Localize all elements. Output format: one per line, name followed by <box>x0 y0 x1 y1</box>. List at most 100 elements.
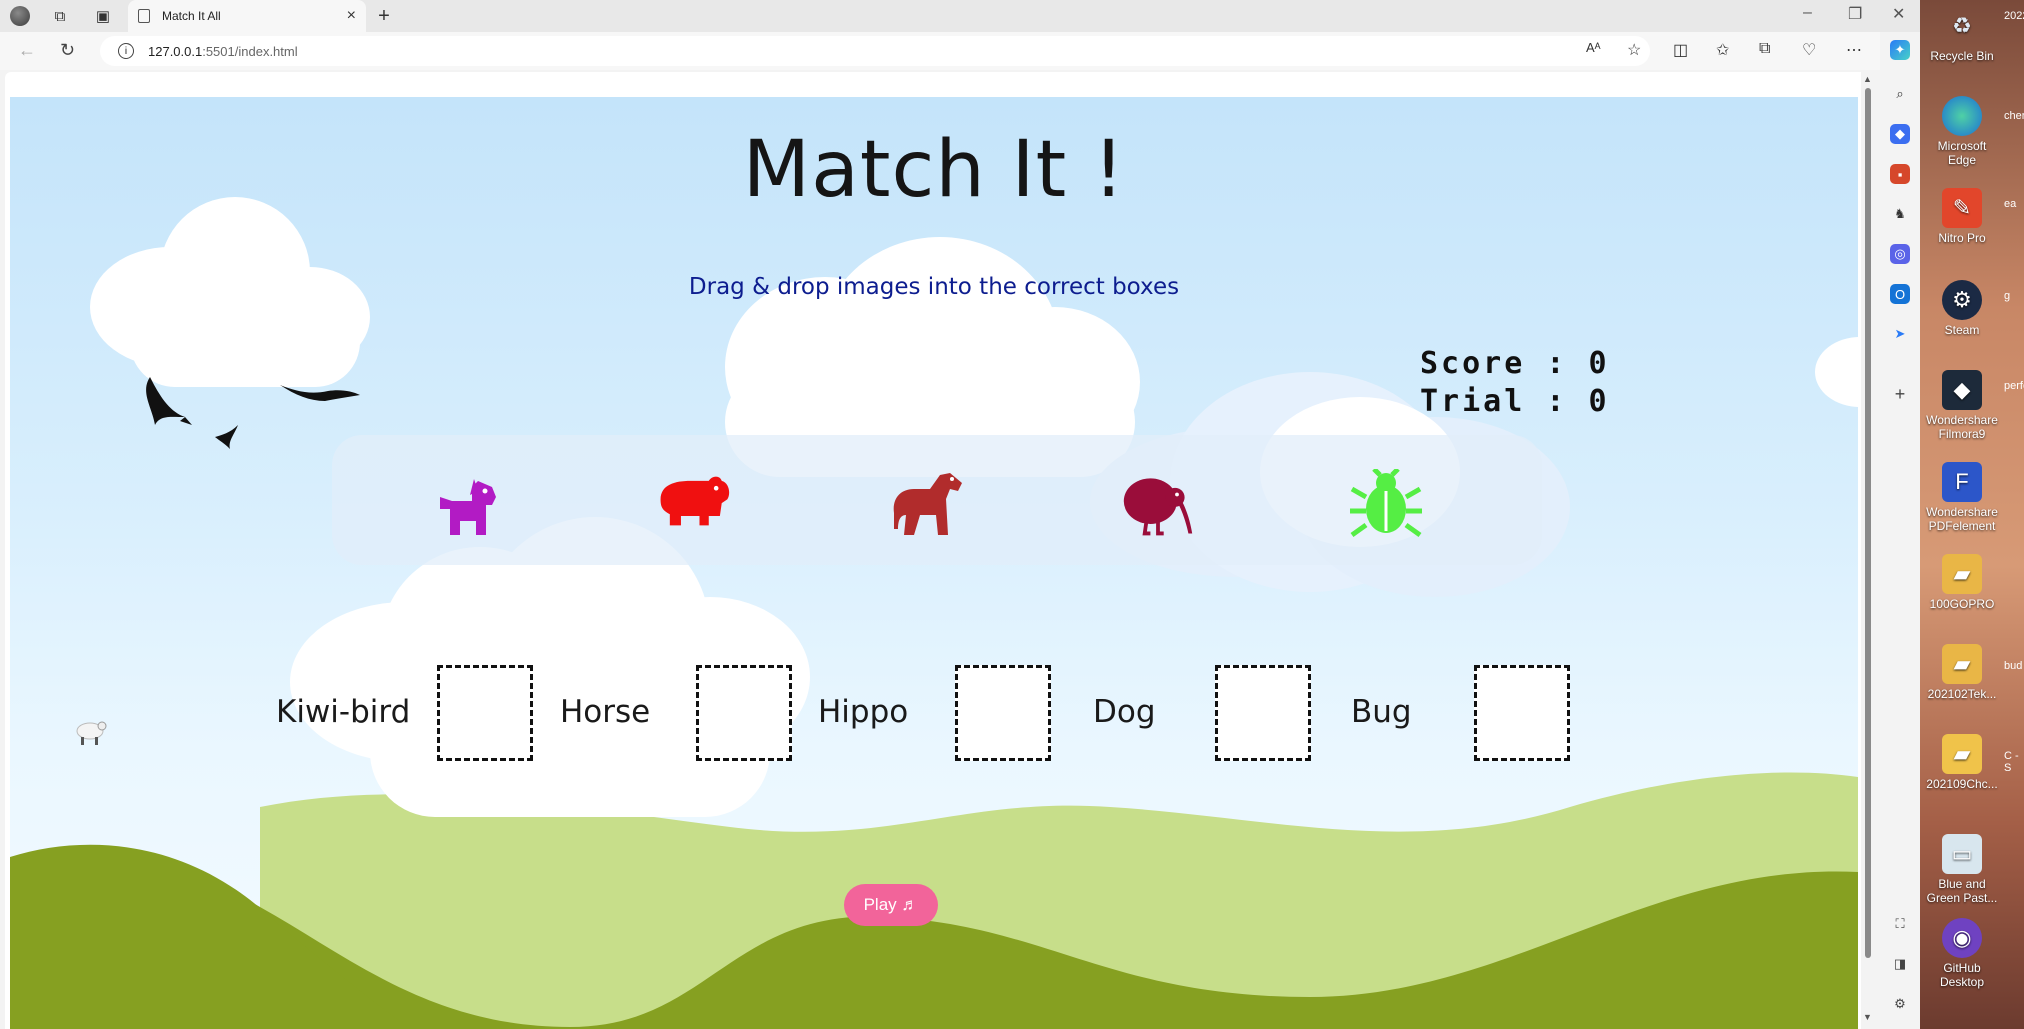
desktop-peek-label: g <box>2004 290 2011 302</box>
desktop-icon-filmora[interactable]: ◆ Wondershare Filmora9 <box>1924 370 2000 441</box>
more-menu-icon[interactable]: ⋯ <box>1846 40 1862 60</box>
label-dog: Dog <box>1093 694 1156 730</box>
hippo-icon[interactable] <box>655 469 731 539</box>
close-window-icon[interactable]: ✕ <box>1892 4 1905 24</box>
drop-box-dog[interactable] <box>1215 665 1311 761</box>
desktop-peek-label: bud <box>2004 660 2023 672</box>
microsoft-365-icon[interactable]: ◎ <box>1890 244 1910 264</box>
read-aloud-icon[interactable]: Aᴬ <box>1586 40 1601 55</box>
profile-avatar[interactable] <box>10 6 30 26</box>
windows-desktop: ♻ Recycle Bin Microsoft Edge ✎ Nitro Pro… <box>1920 0 2024 1029</box>
tab-bar: ⧉ ▣ Match It All × + – ❐ ✕ <box>0 0 1920 32</box>
scoreboard: Score : 0 Trial : 0 <box>1420 345 1610 421</box>
cloud <box>1815 337 1858 407</box>
screenshot-icon[interactable]: ⛶ <box>1890 914 1910 934</box>
drop-box-hippo[interactable] <box>955 665 1051 761</box>
recycle-bin-icon: ♻ <box>1952 13 1972 38</box>
desktop-icon-blue-green[interactable]: ▭ Blue and Green Past... <box>1924 834 2000 905</box>
desktop-icon-label: Microsoft Edge <box>1937 139 1987 167</box>
dog-icon[interactable] <box>430 469 506 539</box>
desktop-icon-github[interactable]: ◉ GitHub Desktop <box>1924 918 2000 989</box>
trial-line: Trial : 0 <box>1420 384 1610 419</box>
workspaces-icon[interactable]: ⧉ <box>50 6 70 26</box>
page-title: Match It ! <box>742 125 1126 215</box>
tab-actions-icon[interactable]: ▣ <box>93 6 113 26</box>
new-tab-icon[interactable]: + <box>374 5 394 27</box>
add-sidebar-app-icon[interactable]: + <box>1890 384 1910 404</box>
hide-sidebar-icon[interactable]: ◨ <box>1890 954 1910 974</box>
drop-box-kiwi-bird[interactable] <box>437 665 533 761</box>
desktop-icon-nitro[interactable]: ✎ Nitro Pro <box>1924 188 2000 245</box>
desktop-icon-label: Wondershare Filmora9 <box>1926 413 1998 441</box>
drop-box-bug[interactable] <box>1474 665 1570 761</box>
close-tab-icon[interactable]: × <box>347 7 356 25</box>
search-icon[interactable]: ⌕ <box>1890 84 1910 104</box>
outlook-icon[interactable]: O <box>1890 284 1910 304</box>
play-music-button[interactable]: Play ♬ <box>844 884 938 926</box>
favorite-star-icon[interactable]: ☆ <box>1627 40 1641 60</box>
back-icon[interactable]: ← <box>18 40 36 61</box>
games-icon[interactable]: ♞ <box>1890 204 1910 224</box>
desktop-icon-label: Nitro Pro <box>1938 231 1986 245</box>
split-screen-icon[interactable]: ◫ <box>1673 40 1688 60</box>
edge-sidebar: ✦ ⌕ ◆ ▪ ♞ ◎ O ➤ + ⛶ ◨ ⚙ <box>1880 32 1920 1029</box>
cloud <box>130 297 360 387</box>
nitro-pro-icon: ✎ <box>1942 188 1982 228</box>
desktop-icon-label: 202102Tek... <box>1927 687 1997 701</box>
address-bar[interactable]: i 127.0.0.1:5501/index.html <box>100 36 1650 66</box>
instructions: Drag & drop images into the correct boxe… <box>688 274 1180 300</box>
scroll-down-icon[interactable]: ▼ <box>1863 1012 1872 1022</box>
settings-gear-icon[interactable]: ⚙ <box>1890 994 1910 1014</box>
desktop-icon-pdfelement[interactable]: F Wondershare PDFelement <box>1924 462 2000 533</box>
desktop-peek-label: 2022 <box>2004 10 2024 22</box>
collections-icon[interactable]: ⧉ <box>1759 40 1770 58</box>
restore-icon[interactable]: ❐ <box>1848 4 1862 24</box>
desktop-icon-202102tek[interactable]: ▰ 202102Tek... <box>1924 644 2000 701</box>
horse-icon[interactable] <box>890 469 966 539</box>
tools-icon[interactable]: ▪ <box>1890 164 1910 184</box>
desktop-peek-label: perfe <box>2004 380 2024 392</box>
bug-icon[interactable] <box>1348 469 1424 539</box>
page-scrollbar[interactable]: ▲ ▼ <box>1861 72 1875 1029</box>
desktop-icon-label: Recycle Bin <box>1930 49 1994 63</box>
browser-window: ⧉ ▣ Match It All × + – ❐ ✕ i 127.0.0.1:5… <box>0 0 1920 1029</box>
desktop-peek-label: chen <box>2004 110 2024 122</box>
site-info-icon[interactable]: i <box>118 43 134 59</box>
reload-icon[interactable]: ↻ <box>60 40 75 61</box>
tab-title: Match It All <box>162 9 221 23</box>
kiwi-bird-icon[interactable] <box>1120 469 1196 539</box>
favorites-icon[interactable]: ✩ <box>1716 40 1729 60</box>
desktop-icon-label: Wondershare PDFelement <box>1926 505 1998 533</box>
sheep-icon <box>76 721 107 745</box>
desktop-icon-label: 100GOPRO <box>1929 597 1995 611</box>
shopping-icon[interactable]: ◆ <box>1890 124 1910 144</box>
desktop-icon-edge[interactable]: Microsoft Edge <box>1924 96 2000 167</box>
desktop-icon-202109chc[interactable]: ▰ 202109Chc... <box>1924 734 2000 791</box>
url-path: :5501/index.html <box>202 43 298 59</box>
drop-box-horse[interactable] <box>696 665 792 761</box>
desktop-icon-100gopro[interactable]: ▰ 100GOPRO <box>1924 554 2000 611</box>
copilot-icon[interactable]: ✦ <box>1890 40 1910 60</box>
label-kiwi-bird: Kiwi-bird <box>276 694 411 730</box>
image-file-icon: ▭ <box>1942 834 1982 874</box>
label-horse: Horse <box>560 694 651 730</box>
folder-icon: ▰ <box>1942 554 1982 594</box>
filmora-icon: ◆ <box>1942 370 1982 410</box>
desktop-icon-recycle-bin[interactable]: ♻ Recycle Bin <box>1924 6 2000 64</box>
minimize-icon[interactable]: – <box>1803 4 1812 22</box>
url-host: 127.0.0.1 <box>148 43 203 59</box>
pdfelement-icon: F <box>1942 462 1982 502</box>
tab-match-it-all[interactable]: Match It All × <box>128 0 366 32</box>
scroll-up-icon[interactable]: ▲ <box>1863 74 1872 84</box>
desktop-icon-label: Steam <box>1944 323 1980 337</box>
label-hippo: Hippo <box>818 694 909 730</box>
page-icon <box>138 9 150 23</box>
browser-essentials-icon[interactable]: ♡ <box>1802 40 1816 60</box>
game-stage: Match It ! Drag & drop images into the c… <box>10 97 1858 1029</box>
desktop-icon-steam[interactable]: ⚙ Steam <box>1924 280 2000 337</box>
github-icon: ◉ <box>1942 918 1982 958</box>
folder-icon: ▰ <box>1942 734 1982 774</box>
drop-icon[interactable]: ➤ <box>1890 324 1910 344</box>
scrollbar-thumb[interactable] <box>1865 88 1871 958</box>
desktop-peek-label: ea <box>2004 198 2017 210</box>
